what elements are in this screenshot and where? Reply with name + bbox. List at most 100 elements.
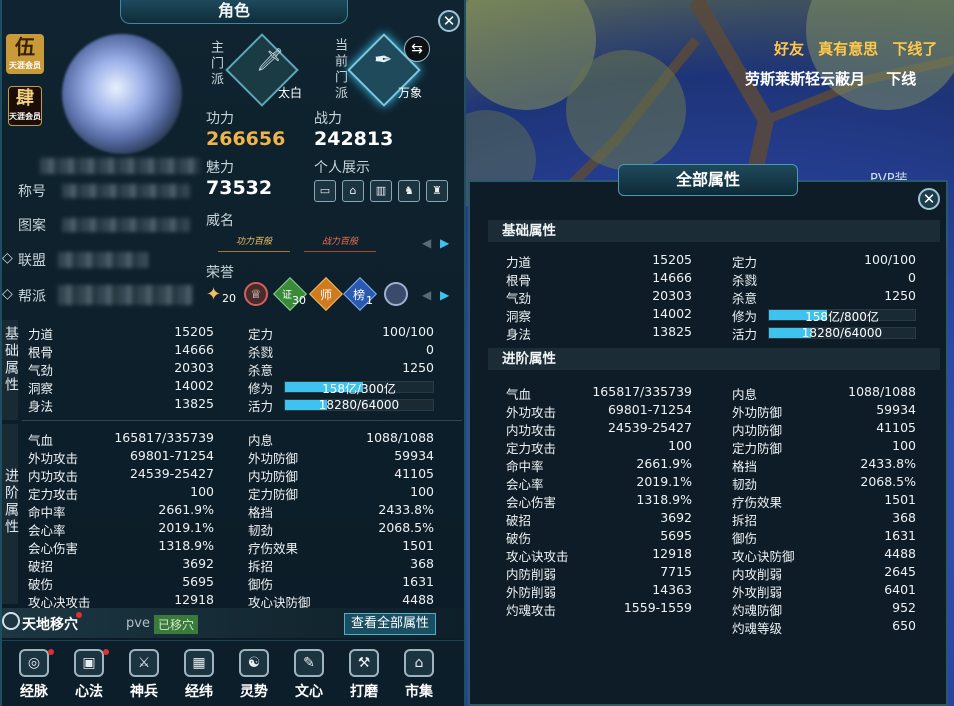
attr-label: 身法 [506,327,532,342]
menu-4[interactable]: ☯ 灵势 [234,649,274,701]
honor-star-icon[interactable]: ✦ [206,284,221,305]
attr-row: 攻心诀攻击 12918 [506,546,692,564]
attr-label: 根骨 [506,273,532,288]
label-pattern: 图案 [18,218,46,234]
attr-value: 12918 [652,546,692,561]
gongli-label: 功力 [206,111,234,127]
attr-value: 13825 [652,324,692,339]
attr-row: 杀意 1250 [248,360,434,378]
attr-label: 气血 [506,387,532,402]
menu-label: 经纬 [185,684,213,700]
attr-label: 内功攻击 [506,423,557,438]
attr-label: 杀意 [248,363,274,378]
notification-dot [103,649,109,655]
attr-row: 根骨 14666 [506,270,692,288]
attr-value: 69801-71254 [129,448,214,463]
attr-row: 外功攻击 69801-71254 [506,402,692,420]
attr-row: 洞察 14002 [28,378,214,396]
attr-label: 力道 [506,255,532,270]
honor-bell-icon[interactable]: ♕ [244,282,268,306]
menu-5[interactable]: ✎ 文心 [289,649,329,701]
xiuwei-progress-text: 158亿/300亿 [322,382,396,396]
attr-value: 69801-71254 [607,402,692,417]
label-title: 称号 [18,184,46,200]
xiuwei-progress-bar: 158亿/300亿 [284,381,434,396]
honor-label: 荣誉 [206,265,234,281]
showcase-card-icon[interactable]: ▭ [314,180,336,202]
showcase-mount-icon[interactable]: ♞ [398,180,420,202]
attr-label: 疗伤效果 [248,541,299,556]
guild-diamond-icon: ◇ [2,286,13,302]
chat-word-offline: 下线了 [892,40,938,58]
showcase-building-icon[interactable]: ▥ [370,180,392,202]
attr-label: 攻心诀防御 [732,549,795,564]
attr-label: 格挡 [732,459,758,474]
attr-value: 14666 [174,342,214,357]
notification-dot [48,649,54,655]
menu-6[interactable]: ⚒ 打磨 [344,649,384,701]
zhanli-label: 战力 [314,111,342,127]
showcase-outfit-icon[interactable]: ♜ [426,180,448,202]
attr-value: 15205 [174,324,214,339]
xiuwei-progress-bar: 158亿/800亿 [768,309,916,324]
attr-label: 会心伤害 [506,495,557,510]
attr-label: 破伤 [28,577,54,592]
close-attributes-button[interactable]: ✕ [918,188,940,210]
menu-1[interactable]: ▣ 心法 [69,649,109,701]
switch-school-icon[interactable]: ⇆ [404,36,430,62]
fame-item-gongli[interactable]: 功力百般 [218,234,290,252]
huoli-progress-bar: 18280/64000 [284,398,434,412]
fame-prev-icon[interactable]: ◀ [422,236,431,250]
attr-row: 内攻削弱 2645 [732,564,916,582]
close-button[interactable]: ✕ [438,10,460,32]
attr-label: 拆招 [248,559,274,574]
attr-row: 外功防御 59934 [732,402,916,420]
menu-label: 经脉 [20,684,48,700]
character-avatar [62,34,182,154]
chat-player-name[interactable]: 劳斯莱斯轻云蔽月 [745,70,865,88]
attr-row: 命中率 2661.9% [506,456,692,474]
rank-badge-5[interactable]: 伍 天涯会员 [6,34,44,74]
current-school-name: 万象 [398,86,423,100]
menu-7[interactable]: ⌂ 市集 [399,649,439,701]
honor-badge-icon[interactable] [384,282,408,306]
attr-row: 拆招 368 [732,510,916,528]
attr-row: 会心率 2019.1% [506,474,692,492]
attr-value: 1088/1088 [848,384,916,399]
attr-value: 100/100 [382,324,434,339]
right-adv-section: 气血 165817/335739 外功攻击 69801-71254 内功攻击 24539-… [500,380,920,640]
bottom-menu-bar: ◎ 经脉 ▣ 心法 ⚔ 神兵 ▦ 经纬 ☯ 灵势 ✎ 文心 ⚒ 打磨 ⌂ 市集 [2,640,464,706]
fame-next-icon[interactable]: ▶ [440,236,449,250]
attr-value: 2645 [884,564,916,579]
chat-word-friend[interactable]: 好友 [774,40,804,58]
menu-2[interactable]: ⚔ 神兵 [124,649,164,701]
panel-title: 角色 [120,0,348,24]
zhanli-value: 242813 [314,128,394,150]
right-basic-section: 力道 15205 根骨 14666 气劲 20303 洞察 14002 身法 13825 定力 100… [500,248,920,344]
attr-value: 368 [410,556,434,571]
attr-label: 会心率 [28,523,66,538]
menu-0[interactable]: ◎ 经脉 [14,649,54,701]
attr-label: 外功防御 [732,405,783,420]
alliance-diamond-icon: ◇ [2,250,13,266]
adv-attributes-section: 气血 165817/335739 外功攻击 69801-71254 内功攻击 24539-… [22,426,462,610]
menu-label: 市集 [405,684,433,700]
guild-value-blurred [58,285,192,305]
attr-row: 外防削弱 14363 [506,582,692,600]
fame-item-zhanli[interactable]: 战力百般 [304,234,376,252]
attr-value: 1250 [402,360,434,375]
honor-prev-icon[interactable]: ◀ [422,288,431,302]
attr-row: 格挡 2433.8% [732,456,916,474]
attr-label: 气劲 [28,363,54,378]
attr-value: 41105 [394,466,434,481]
rank-badge-4[interactable]: 肆 天涯会员 [8,86,42,126]
view-all-attributes-button[interactable]: 查看全部属性 [344,613,436,635]
menu-3[interactable]: ▦ 经纬 [179,649,219,701]
tiandi-mode: pve [126,616,150,631]
honor-next-icon[interactable]: ▶ [440,288,449,302]
huoli-progress-text: 18280/64000 [801,326,883,340]
gongli-value: 266656 [206,128,286,150]
打磨-icon: ⚒ [349,649,379,677]
attr-row: 内功防御 41105 [248,466,434,484]
showcase-house-icon[interactable]: ⌂ [342,180,364,202]
